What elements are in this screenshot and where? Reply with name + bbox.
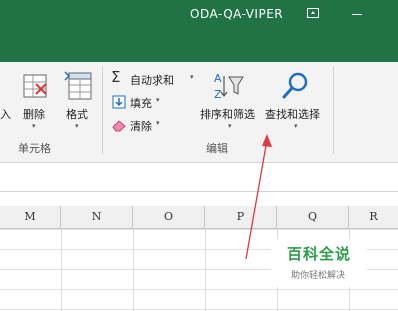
annotation-arrow [245,134,272,260]
